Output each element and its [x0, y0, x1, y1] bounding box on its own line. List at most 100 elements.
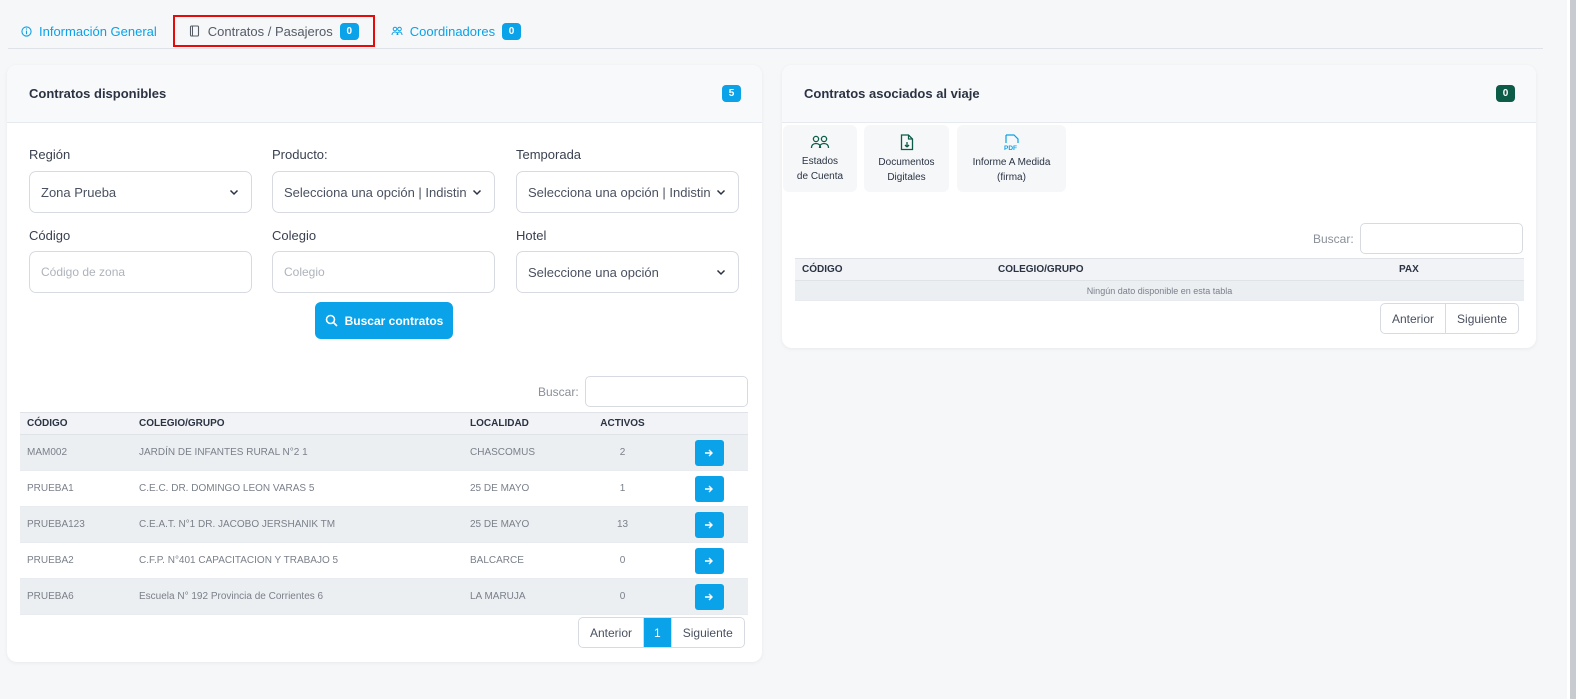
- tab-label: Contratos / Pasajeros: [207, 23, 333, 39]
- temporada-select[interactable]: Selecciona una opción | Indistinto: [516, 171, 739, 213]
- empty-message: Ningún dato disponible en esta tabla: [795, 280, 1524, 301]
- button-label: Buscar contratos: [344, 313, 444, 328]
- count-badge: 0: [339, 22, 359, 40]
- contracts-table: CÓDIGO COLEGIO/GRUPO LOCALIDAD ACTIVOS M…: [20, 412, 748, 615]
- region-select[interactable]: Zona Prueba: [29, 171, 252, 213]
- arrow-right-icon: [705, 521, 713, 528]
- cell-action: [670, 542, 748, 579]
- hotel-label: Hotel: [516, 228, 547, 243]
- cell-activos: 0: [575, 542, 670, 579]
- tab-contratos-pasajeros[interactable]: Contratos / Pasajeros 0: [172, 15, 375, 47]
- scrollbar-thumb[interactable]: [1570, 0, 1576, 699]
- action-label-line2: Digitales: [887, 172, 926, 183]
- table-search: Buscar:: [1313, 223, 1523, 254]
- informe-a-medida-button[interactable]: PDF Informe A Medida (firma): [957, 125, 1066, 192]
- cell-colegio: Escuela N° 192 Provincia de Corrientes 6: [132, 578, 463, 615]
- cell-colegio: C.F.P. N°401 CAPACITACION Y TRABAJO 5: [132, 542, 463, 579]
- arrow-right-icon: [705, 449, 713, 456]
- card-header: Contratos asociados al viaje 0: [782, 65, 1536, 123]
- col-pax: PAX: [1392, 258, 1524, 281]
- select-contract-button[interactable]: [694, 583, 724, 610]
- scrollbar[interactable]: [1567, 0, 1586, 699]
- search-label: Buscar:: [538, 384, 579, 399]
- search-input[interactable]: [1359, 223, 1523, 254]
- arrow-right-icon: [705, 485, 713, 492]
- pager-previous-button[interactable]: Anterior: [1381, 304, 1447, 333]
- pagination: Anterior 1 Siguiente: [578, 617, 745, 648]
- table-header-row: CÓDIGO COLEGIO/GRUPO LOCALIDAD ACTIVOS: [20, 412, 748, 435]
- associated-contracts-card: Contratos asociados al viaje 0 Estados de…: [782, 65, 1536, 348]
- tab-label: Coordinadores: [409, 23, 496, 39]
- card-title: Contratos disponibles: [29, 86, 167, 101]
- chevron-down-icon: [716, 189, 726, 196]
- available-contracts-card: Contratos disponibles 5 Región Zona Prue…: [7, 65, 762, 662]
- cell-codigo: PRUEBA1: [20, 470, 132, 507]
- codigo-label: Código: [29, 228, 71, 243]
- estados-de-cuenta-button[interactable]: Estados de Cuenta: [783, 125, 857, 192]
- table-row: PRUEBA2 C.F.P. N°401 CAPACITACION Y TRAB…: [20, 542, 748, 579]
- cell-codigo: PRUEBA123: [20, 506, 132, 543]
- hotel-select[interactable]: Seleccione una opción: [516, 251, 739, 293]
- col-codigo: CÓDIGO: [20, 412, 132, 435]
- count-badge: 5: [722, 85, 741, 102]
- tab-bar: Información General Contratos / Pasajero…: [8, 14, 1543, 49]
- select-contract-button[interactable]: [694, 439, 724, 466]
- pager-next-button[interactable]: Siguiente: [672, 618, 744, 647]
- associated-contracts-table: CÓDIGO COLEGIO/GRUPO PAX Ningún dato dis…: [795, 258, 1524, 301]
- col-activos: ACTIVOS: [575, 412, 670, 435]
- cell-codigo: PRUEBA6: [20, 578, 132, 615]
- producto-select[interactable]: Selecciona una opción | Indistinto: [272, 171, 495, 213]
- cell-localidad: LA MARUJA: [463, 578, 575, 615]
- pager-previous-button[interactable]: Anterior: [579, 618, 645, 647]
- action-label: Estados de Cuenta: [797, 154, 843, 184]
- col-action: [670, 412, 748, 435]
- codigo-input[interactable]: Código de zona: [29, 251, 252, 293]
- users-icon: [391, 25, 403, 37]
- cell-action: [670, 578, 748, 615]
- book-icon: [189, 25, 201, 37]
- document-icon: [900, 134, 913, 151]
- pager-page-1[interactable]: 1: [644, 618, 672, 647]
- action-label: Informe A Medida (firma): [973, 155, 1051, 185]
- temporada-value: Selecciona una opción | Indistinto: [528, 184, 711, 200]
- cell-codigo: MAM002: [20, 434, 132, 471]
- col-colegio: COLEGIO/GRUPO: [991, 258, 1392, 281]
- arrow-right-icon: [705, 593, 713, 600]
- tab-coordinadores[interactable]: Coordinadores 0: [379, 16, 533, 47]
- users-icon: [810, 135, 830, 149]
- count-badge: 0: [1496, 85, 1515, 102]
- pdf-icon: PDF: [1004, 134, 1019, 151]
- region-label: Región: [29, 147, 71, 162]
- select-contract-button[interactable]: [694, 511, 724, 538]
- colegio-label: Colegio: [272, 228, 317, 243]
- buscar-contratos-button[interactable]: Buscar contratos: [315, 302, 453, 339]
- tab-informacion-general[interactable]: Información General: [8, 16, 169, 47]
- region-value: Zona Prueba: [41, 184, 117, 200]
- select-contract-button[interactable]: [694, 547, 724, 574]
- hotel-value: Seleccione una opción: [528, 264, 659, 280]
- action-label-line1: Documentos: [878, 157, 935, 168]
- cell-activos: 0: [575, 578, 670, 615]
- table-row: MAM002 JARDÍN DE INFANTES RURAL N°2 1 CH…: [20, 434, 748, 471]
- empty-row: Ningún dato disponible en esta tabla: [795, 280, 1524, 301]
- cell-localidad: BALCARCE: [463, 542, 575, 579]
- action-label-line1: Informe A Medida: [972, 157, 1051, 168]
- cell-localidad: CHASCOMUS: [463, 434, 575, 471]
- search-icon: [325, 314, 338, 327]
- action-label: Documentos Digitales: [878, 155, 934, 185]
- tab-label: Información General: [39, 23, 157, 39]
- cell-codigo: PRUEBA2: [20, 542, 132, 579]
- card-header: Contratos disponibles 5: [7, 65, 762, 123]
- documentos-digitales-button[interactable]: Documentos Digitales: [864, 125, 949, 192]
- count-badge: 0: [502, 22, 522, 40]
- select-contract-button[interactable]: [694, 475, 724, 502]
- cell-activos: 2: [575, 434, 670, 471]
- pager-next-button[interactable]: Siguiente: [1446, 304, 1518, 333]
- producto-value: Selecciona una opción | Indistinto: [284, 184, 467, 200]
- search-input[interactable]: [584, 376, 748, 407]
- temporada-label: Temporada: [516, 147, 582, 162]
- col-codigo: CÓDIGO: [795, 258, 991, 281]
- colegio-input[interactable]: Colegio: [272, 251, 495, 293]
- cell-action: [670, 470, 748, 507]
- chevron-down-icon: [472, 189, 482, 196]
